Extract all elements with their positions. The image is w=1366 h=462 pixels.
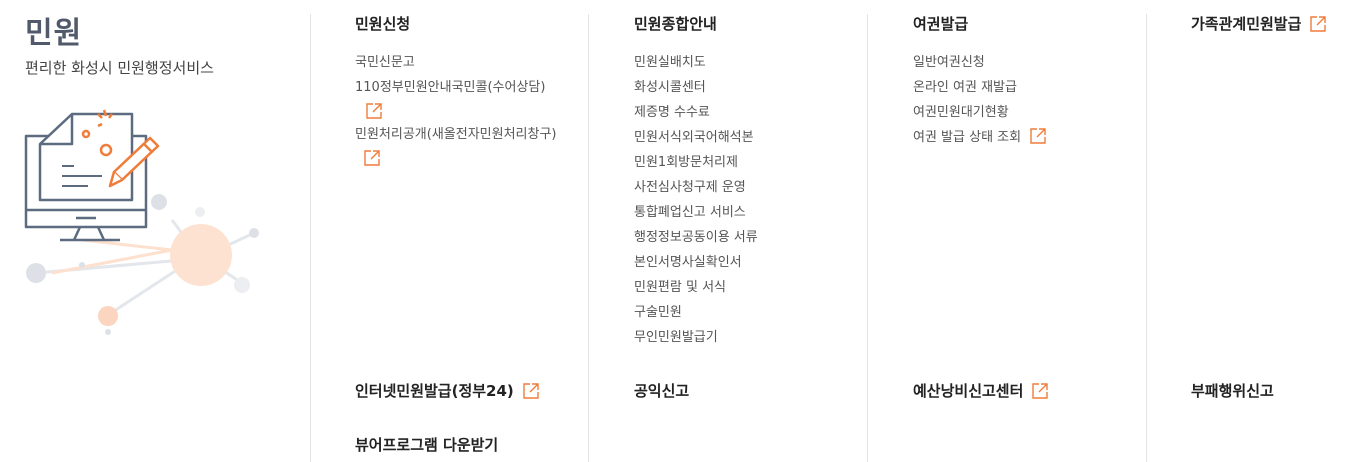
page-title: 민원 [25, 16, 83, 51]
menu-group-public-interest-report[interactable]: 공익신고 [634, 379, 689, 403]
menu-column-civil-guide: 민원종합안내 민원실배치도 화성시콜센터 제증명 수수료 민원서식외국어해석본 … [634, 12, 914, 350]
menu-group-title[interactable]: 민원종합안내 [634, 12, 914, 36]
menu-group-viewer-download[interactable]: 뷰어프로그램 다운받기 [355, 433, 498, 457]
menu-item[interactable]: 통합폐업신고 서비스 [634, 200, 914, 225]
menu-item[interactable]: 제증명 수수료 [634, 100, 914, 125]
menu-item[interactable]: 온라인 여권 재발급 [913, 75, 1193, 100]
menu-group-corruption-report[interactable]: 부패행위신고 [1191, 379, 1274, 403]
external-link-icon [366, 103, 382, 119]
section-header: 민원 편리한 화성시 민원행정서비스 [25, 14, 305, 78]
menu-item[interactable]: 민원서식외국어해석본 [634, 125, 914, 150]
external-link-icon [1310, 16, 1327, 32]
column-divider [310, 14, 311, 462]
menu-item[interactable]: 행정정보공동이용 서류 [634, 225, 914, 250]
menu-item[interactable]: 여권민원대기현황 [913, 100, 1193, 125]
menu-group-budget-waste-report[interactable]: 예산낭비신고센터 [913, 379, 1049, 403]
menu-item[interactable]: 110정부민원안내국민콜(수어상담) [355, 75, 635, 120]
page-subtitle: 편리한 화성시 민원행정서비스 [25, 59, 214, 77]
menu-list: 국민신문고 110정부민원안내국민콜(수어상담) 민원처리공개(새올전자민원처리… [355, 50, 635, 172]
external-link-icon [523, 383, 539, 399]
menu-group-title[interactable]: 가족관계민원발급 [1191, 12, 1361, 36]
menu-column-passport: 여권발급 일반여권신청 온라인 여권 재발급 여권민원대기현황 여권 발급 상태… [913, 12, 1193, 150]
menu-item[interactable]: 국민신문고 [355, 50, 635, 75]
menu-item[interactable]: 여권 발급 상태 조회 [913, 125, 1193, 150]
external-link-icon [364, 150, 380, 166]
menu-item[interactable]: 구술민원 [634, 300, 914, 325]
monitor-document-pencil-illustration [24, 109, 259, 335]
menu-item[interactable]: 민원처리공개(새올전자민원처리창구) [355, 122, 580, 172]
menu-item[interactable]: 민원실배치도 [634, 50, 914, 75]
external-link-icon [1032, 383, 1049, 399]
menu-list: 민원실배치도 화성시콜센터 제증명 수수료 민원서식외국어해석본 민원1회방문처… [634, 50, 914, 350]
menu-group-title[interactable]: 민원신청 [355, 12, 635, 36]
menu-column-civil-request: 민원신청 국민신문고 110정부민원안내국민콜(수어상담) 민원처리공개(새올전… [355, 12, 635, 172]
menu-item[interactable]: 민원편람 및 서식 [634, 275, 914, 300]
menu-list: 일반여권신청 온라인 여권 재발급 여권민원대기현황 여권 발급 상태 조회 [913, 50, 1193, 150]
menu-item[interactable]: 화성시콜센터 [634, 75, 914, 100]
menu-item[interactable]: 사전심사청구제 운영 [634, 175, 914, 200]
external-link-icon [1030, 128, 1046, 144]
menu-item[interactable]: 일반여권신청 [913, 50, 1193, 75]
menu-item[interactable]: 무인민원발급기 [634, 325, 914, 350]
menu-item[interactable]: 민원1회방문처리제 [634, 150, 914, 175]
menu-item[interactable]: 본인서명사실확인서 [634, 250, 914, 275]
menu-column-family-relation: 가족관계민원발급 [1191, 12, 1361, 36]
menu-group-title[interactable]: 여권발급 [913, 12, 1193, 36]
menu-group-internet-issuance[interactable]: 인터넷민원발급(정부24) [355, 379, 540, 403]
